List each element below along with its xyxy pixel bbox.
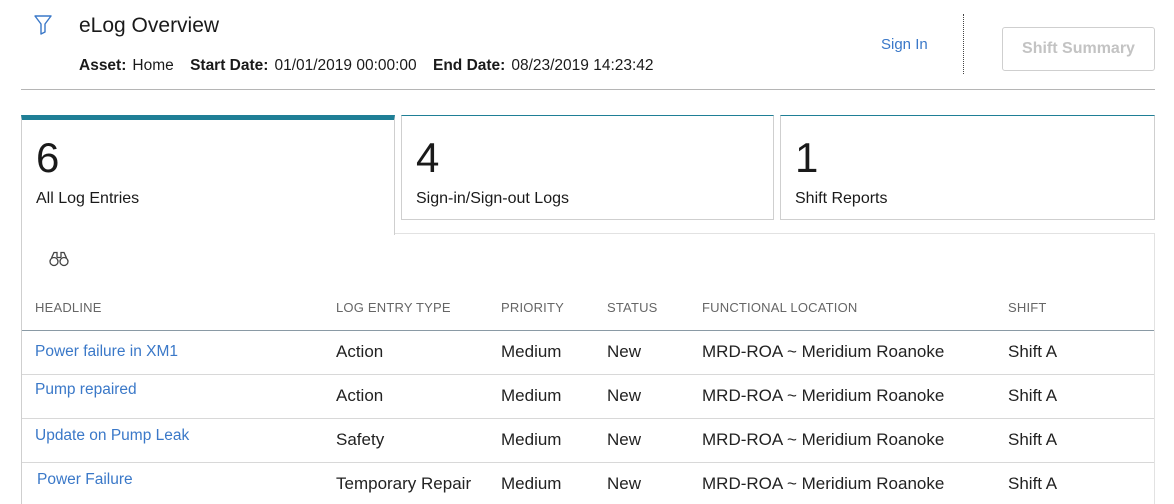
headline-link[interactable]: Power Failure xyxy=(37,471,133,489)
tile-all-log-entries[interactable]: 6 All Log Entries xyxy=(21,115,395,235)
functional-location: MRD-ROA ~ Meridium Roanoke xyxy=(702,342,945,361)
log-entry-type: Action xyxy=(336,386,384,405)
tile-shift-reports[interactable]: 1 Shift Reports xyxy=(780,115,1155,220)
column-header-shift[interactable]: SHIFT xyxy=(1008,300,1047,315)
priority: Medium xyxy=(501,386,562,405)
headline-link[interactable]: Power failure in XM1 xyxy=(35,343,178,361)
table-row[interactable]: Power failure in XM1 Action Medium New M… xyxy=(22,331,1154,375)
log-entry-type: Temporary Repair xyxy=(336,474,472,493)
tile-label: Sign-in/Sign-out Logs xyxy=(416,190,569,207)
table-row[interactable]: Update on Pump Leak Safety Medium New MR… xyxy=(22,419,1154,463)
page-title: eLog Overview xyxy=(79,14,220,37)
page-header: eLog Overview Asset: Home Start Date: 01/0… xyxy=(0,0,1174,90)
headline-link[interactable]: Update on Pump Leak xyxy=(35,427,189,445)
priority: Medium xyxy=(501,342,562,361)
priority: Medium xyxy=(501,474,562,493)
tile-label: Shift Reports xyxy=(795,190,888,207)
headline-link[interactable]: Pump repaired xyxy=(35,381,137,399)
log-entry-type: Action xyxy=(336,342,384,361)
status: New xyxy=(607,386,642,405)
shift: Shift A xyxy=(1008,342,1058,361)
log-entries-panel: HEADLINE LOG ENTRY TYPE PRIORITY STATUS … xyxy=(21,233,1155,504)
column-header-priority[interactable]: PRIORITY xyxy=(501,300,564,315)
end-date-label: End Date: xyxy=(432,57,506,74)
table-row[interactable]: Pump repaired Action Medium New MRD-ROA … xyxy=(22,375,1154,419)
summary-tiles: 6 All Log Entries 4 Sign-in/Sign-out Log… xyxy=(21,115,1155,235)
functional-location: MRD-ROA ~ Meridium Roanoke xyxy=(702,386,945,405)
shift: Shift A xyxy=(1008,430,1058,449)
functional-location: MRD-ROA ~ Meridium Roanoke xyxy=(702,430,945,449)
header-separator xyxy=(21,89,1155,90)
sign-in-link[interactable]: Sign In xyxy=(881,36,928,53)
tile-count: 1 xyxy=(795,134,819,181)
status: New xyxy=(607,474,642,493)
header-divider xyxy=(963,14,964,74)
tile-count: 4 xyxy=(416,134,440,181)
shift: Shift A xyxy=(1008,474,1058,493)
tile-sign-in-sign-out-logs[interactable]: 4 Sign-in/Sign-out Logs xyxy=(401,115,774,220)
tile-label: All Log Entries xyxy=(36,190,140,207)
column-header-log-entry-type[interactable]: LOG ENTRY TYPE xyxy=(336,300,451,315)
tile-count: 6 xyxy=(36,134,60,181)
asset-label: Asset: xyxy=(79,57,127,74)
table-row[interactable]: Power Failure Temporary Repair Medium Ne… xyxy=(22,463,1154,504)
shift-summary-button[interactable]: Shift Summary xyxy=(1002,27,1155,71)
context-meta: Asset: Home Start Date: 01/01/2019 00:00:0… xyxy=(79,57,666,75)
log-entry-type: Safety xyxy=(336,430,385,449)
priority: Medium xyxy=(501,430,562,449)
end-date-value: 08/23/2019 14:23:42 xyxy=(511,57,654,74)
column-header-headline[interactable]: HEADLINE xyxy=(35,300,102,315)
table-header: HEADLINE LOG ENTRY TYPE PRIORITY STATUS … xyxy=(22,298,1154,331)
binoculars-icon[interactable] xyxy=(49,251,69,267)
start-date-label: Start Date: xyxy=(190,57,269,74)
status: New xyxy=(607,342,642,361)
asset-value: Home xyxy=(132,57,174,74)
column-header-status[interactable]: STATUS xyxy=(607,300,658,315)
functional-location: MRD-ROA ~ Meridium Roanoke xyxy=(702,474,945,493)
filter-icon[interactable] xyxy=(34,15,52,35)
status: New xyxy=(607,430,642,449)
start-date-value: 01/01/2019 00:00:00 xyxy=(274,57,417,74)
column-header-functional-location[interactable]: FUNCTIONAL LOCATION xyxy=(702,300,857,315)
shift: Shift A xyxy=(1008,386,1058,405)
